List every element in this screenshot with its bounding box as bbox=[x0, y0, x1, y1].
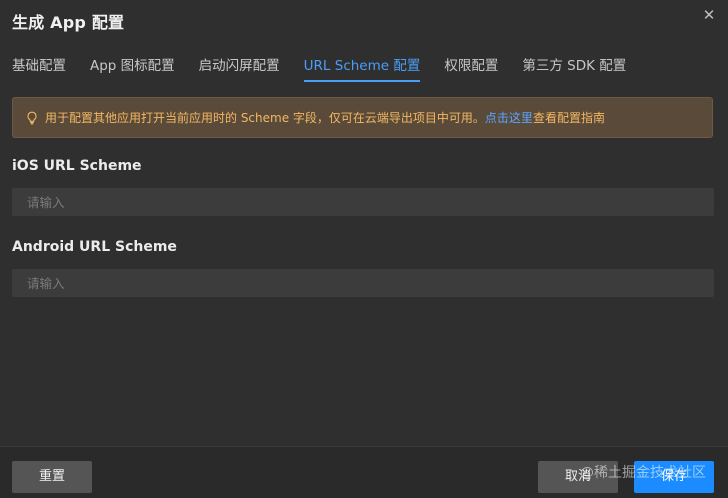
ios-url-scheme-input[interactable] bbox=[12, 188, 714, 216]
app-config-dialog: 生成 App 配置 ✕ 基础配置 App 图标配置 启动闪屏配置 URL Sch… bbox=[0, 0, 728, 498]
save-button[interactable]: 保存 bbox=[634, 461, 714, 493]
config-tabs: 基础配置 App 图标配置 启动闪屏配置 URL Scheme 配置 权限配置 … bbox=[12, 54, 626, 84]
android-url-scheme-input[interactable] bbox=[12, 269, 714, 297]
tab-basic-config[interactable]: 基础配置 bbox=[12, 54, 66, 82]
dialog-title: 生成 App 配置 bbox=[12, 13, 125, 32]
tab-third-party-sdk-config[interactable]: 第三方 SDK 配置 bbox=[522, 54, 626, 82]
reset-button[interactable]: 重置 bbox=[12, 461, 92, 493]
tab-app-icon-config[interactable]: App 图标配置 bbox=[90, 54, 175, 82]
notice-after-link-text: 查看配置指南 bbox=[532, 111, 605, 125]
dialog-footer: 重置 取消 保存 bbox=[0, 446, 728, 498]
ios-url-scheme-label: iOS URL Scheme bbox=[12, 158, 142, 174]
cancel-button[interactable]: 取消 bbox=[538, 461, 618, 493]
tab-splash-config[interactable]: 启动闪屏配置 bbox=[199, 54, 280, 82]
android-url-scheme-label: Android URL Scheme bbox=[12, 239, 177, 255]
tab-permission-config[interactable]: 权限配置 bbox=[444, 54, 498, 82]
notice-text: 用于配置其他应用打开当前应用时的 Scheme 字段，仅可在云端导出项目中可用。 bbox=[45, 111, 485, 125]
lightbulb-icon bbox=[27, 111, 37, 124]
notice-banner: 用于配置其他应用打开当前应用时的 Scheme 字段，仅可在云端导出项目中可用。… bbox=[12, 97, 713, 138]
guide-link[interactable]: 点击这里 bbox=[485, 109, 533, 126]
tab-url-scheme-config[interactable]: URL Scheme 配置 bbox=[303, 54, 420, 82]
close-icon[interactable]: ✕ bbox=[700, 6, 718, 24]
